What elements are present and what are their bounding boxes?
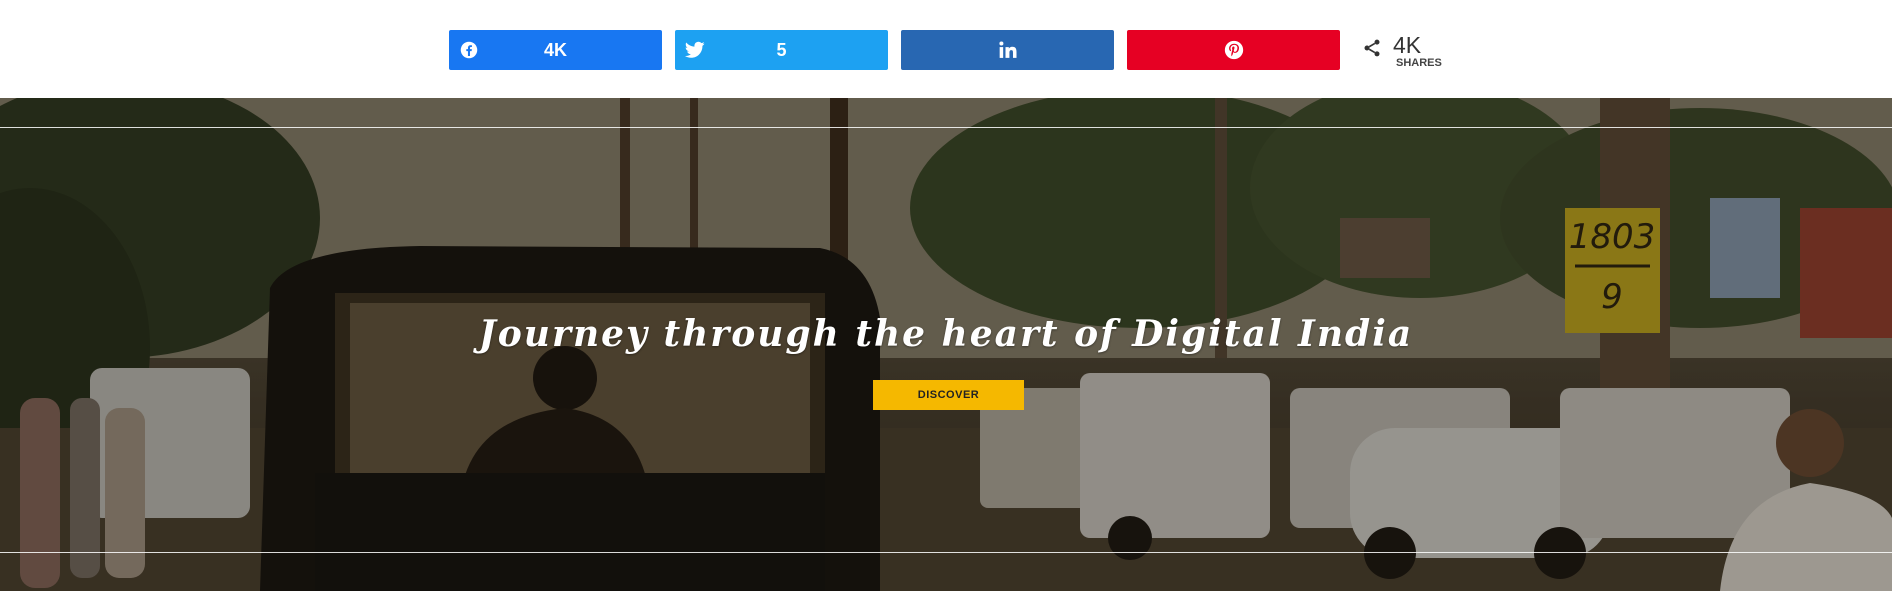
total-shares: 4K SHARES [1358, 30, 1468, 70]
hero-title: Journey through the heart of Digital Ind… [478, 313, 1414, 355]
pinterest-icon [1127, 40, 1340, 60]
twitter-share-count: 5 [776, 39, 787, 60]
total-shares-count: 4K [1393, 32, 1422, 58]
total-shares-label: SHARES [1396, 57, 1442, 69]
linkedin-share-button[interactable] [901, 30, 1114, 70]
facebook-share-count: 4K [543, 39, 567, 60]
pinterest-share-button[interactable] [1127, 30, 1340, 70]
hero-banner: 1803 9 Journey through the heart of Digi… [0, 98, 1892, 591]
facebook-share-button[interactable]: 4K [449, 30, 662, 70]
social-share-bar: 4K 5 4K SHARES [0, 0, 1892, 98]
share-icon [1362, 38, 1384, 60]
facebook-icon [459, 40, 479, 60]
twitter-icon [685, 40, 705, 60]
linkedin-icon [901, 40, 1114, 60]
discover-button[interactable]: DISCOVER [873, 380, 1024, 410]
hero-divider-top [0, 127, 1892, 128]
hero-divider-bottom [0, 552, 1892, 553]
twitter-share-button[interactable]: 5 [675, 30, 888, 70]
